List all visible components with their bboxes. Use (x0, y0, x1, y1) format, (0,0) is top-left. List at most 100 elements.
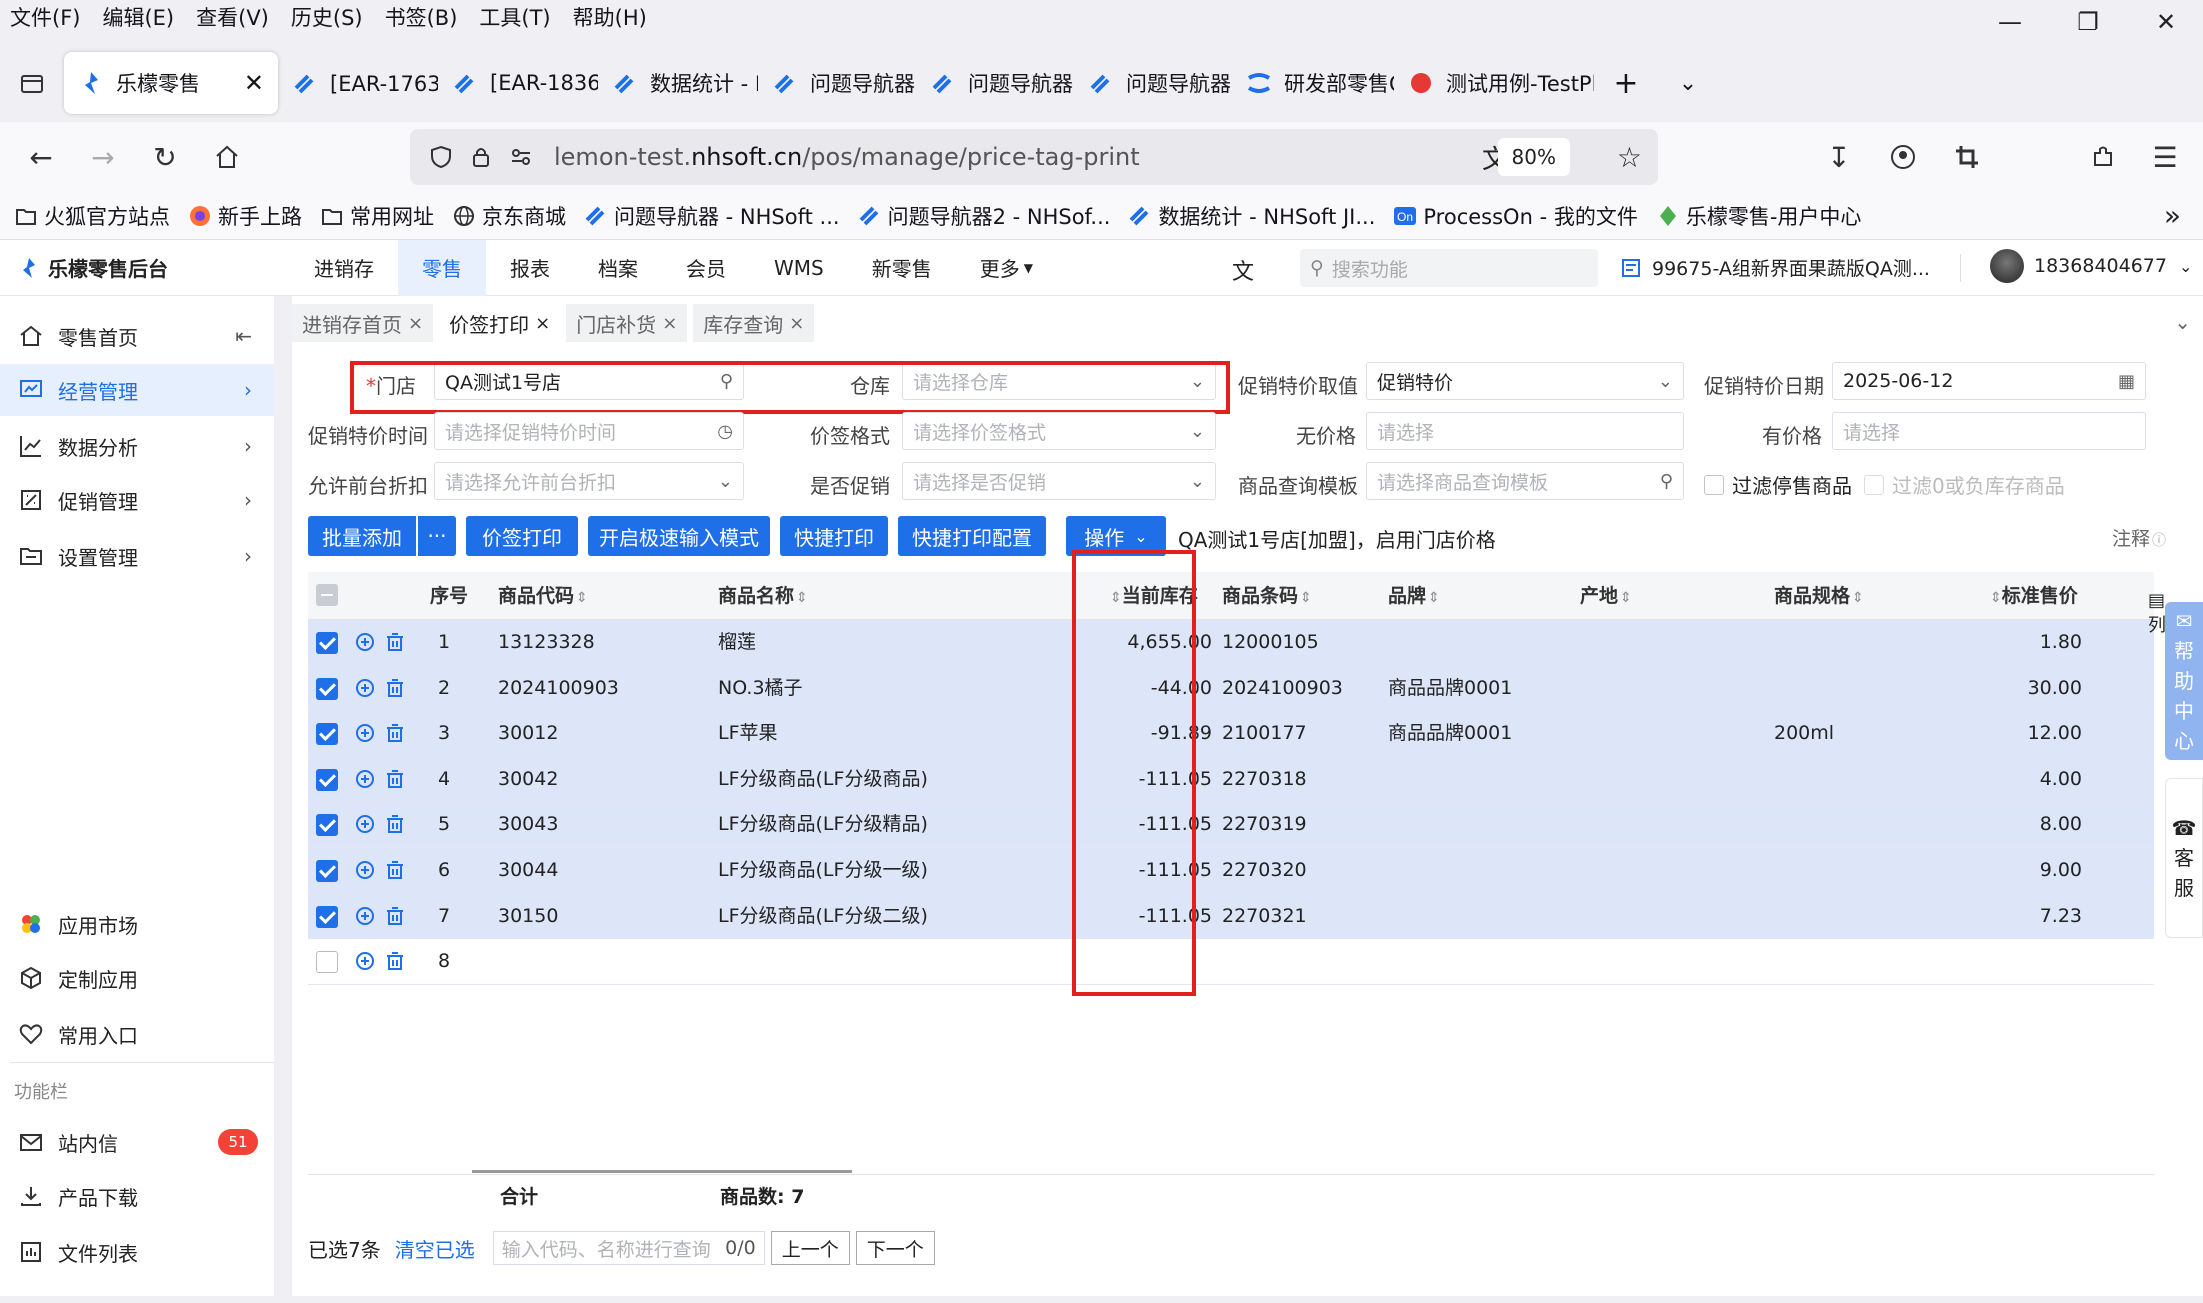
col-price[interactable]: ⇕标准售价 (1988, 572, 2078, 620)
sidebar-item-settings[interactable]: 设置管理 › (0, 530, 274, 582)
browser-tab-3[interactable]: [EAR-183696] 5 (438, 52, 598, 114)
delete-row-icon[interactable] (384, 631, 406, 653)
page-tab-price-tag-print[interactable]: 价签打印 × (439, 304, 561, 342)
quick-print-config-button[interactable]: 快捷打印配置 (898, 516, 1046, 556)
promo-value-select[interactable]: 促销特价 ⌄ (1366, 362, 1684, 400)
delete-row-icon[interactable] (384, 722, 406, 744)
col-brand[interactable]: 品牌 ⇕ (1388, 572, 1440, 620)
nav-retail[interactable]: 零售 (398, 239, 486, 296)
col-code[interactable]: 商品代码 ⇕ (498, 572, 588, 620)
nav-members[interactable]: 会员 (662, 240, 750, 296)
table-row[interactable]: 3 30012 LF苹果 -91.89 2100177 商品品牌0001 200ml 12.0… (308, 711, 2154, 757)
table-row[interactable]: 2 2024100903 NO.3橘子 -44.00 2024100903 商品品牌000… (308, 665, 2154, 712)
bookmark-item[interactable]: 京东商城 (452, 201, 566, 231)
menu-edit[interactable]: 编辑(E) (102, 2, 174, 32)
browser-tab-4[interactable]: 数据统计 - NHS (598, 52, 758, 114)
tabs-collapse-chevron-icon[interactable]: ⌄ (2174, 310, 2191, 334)
row-checkbox[interactable] (316, 768, 338, 791)
permissions-icon[interactable] (508, 144, 534, 170)
new-tab-icon[interactable]: + (1594, 52, 1658, 114)
row-checkbox[interactable] (316, 814, 338, 837)
price-tag-print-button[interactable]: 价签打印 (466, 516, 578, 556)
tab-overflow-chevron-icon[interactable]: ⌄ (1658, 52, 1718, 114)
browser-tab-7[interactable]: 问题导航器 - NI (1074, 52, 1232, 114)
add-row-icon[interactable] (354, 768, 376, 790)
page-tab-stock-query[interactable]: 库存查询 × (693, 304, 815, 342)
add-row-icon[interactable] (354, 950, 376, 972)
nav-new-retail[interactable]: 新零售 (848, 240, 956, 296)
shield-icon[interactable] (428, 144, 454, 170)
nav-inventory[interactable]: 进销存 (290, 240, 398, 296)
reload-icon[interactable]: ↻ (134, 126, 196, 188)
sidebar-item-app-market[interactable]: 应用市场 (0, 898, 274, 950)
forward-icon[interactable]: → (72, 126, 134, 188)
function-search-input[interactable]: ⚲ 搜索功能 (1300, 249, 1598, 287)
promo-date-input[interactable]: 2025-06-12 ▦ (1832, 362, 2146, 400)
close-icon[interactable]: × (408, 313, 423, 334)
account-icon[interactable] (1872, 126, 1934, 188)
bookmark-item[interactable]: 火狐官方站点 (14, 201, 170, 231)
browser-tab-2[interactable]: [EAR-176325] 看 (278, 52, 438, 114)
prev-match-button[interactable]: 上一个 (770, 1231, 850, 1265)
close-icon[interactable]: × (789, 313, 804, 334)
browser-tab-5[interactable]: 问题导航器 - NI (758, 52, 916, 114)
back-icon[interactable]: ← (10, 126, 72, 188)
quick-print-button[interactable]: 快捷打印 (780, 516, 888, 556)
row-checkbox[interactable] (316, 905, 338, 928)
table-row[interactable]: 7 30150 LF分级商品(LF分级二级) -111.05 2270321 7.23 (308, 893, 2154, 940)
delete-row-icon[interactable] (384, 677, 406, 699)
delete-row-icon[interactable] (384, 813, 406, 835)
table-row[interactable]: 5 30043 LF分级商品(LF分级精品) -111.05 2270319 8.00 (308, 802, 2154, 848)
browser-tab-1[interactable]: 乐檬零售 ✕ (64, 52, 278, 114)
menu-help[interactable]: 帮助(H) (573, 2, 647, 32)
sidebar-item-promotion[interactable]: 促销管理 › (0, 474, 274, 526)
select-all-checkbox[interactable] (316, 584, 338, 606)
fast-input-mode-button[interactable]: 开启极速输入模式 (588, 516, 770, 556)
delete-row-icon[interactable] (384, 859, 406, 881)
tag-format-select[interactable]: 请选择价签格式 ⌄ (902, 412, 1216, 450)
bookmark-item[interactable]: 新手上路 (188, 201, 302, 231)
col-name[interactable]: 商品名称 ⇕ (718, 572, 808, 620)
menu-history[interactable]: 历史(S) (291, 2, 363, 32)
delete-row-icon[interactable] (384, 950, 406, 972)
add-row-icon[interactable] (354, 905, 376, 927)
sidebar-item-custom-apps[interactable]: 定制应用 (0, 952, 274, 1004)
annotation-toggle[interactable]: 注释 ⓘ (2112, 524, 2166, 551)
table-row[interactable]: 1 13123328 榴莲 4,655.00 12000105 1.80 (308, 620, 2154, 666)
bookmark-item[interactable]: 问题导航器2 - NHSof... (858, 201, 1110, 231)
table-row[interactable]: 6 30044 LF分级商品(LF分级一级) -111.05 2270320 9.00 (308, 848, 2154, 894)
calendar-icon[interactable]: ▦ (2118, 371, 2135, 392)
table-row[interactable]: 4 30042 LF分级商品(LF分级商品) -111.05 2270318 4.00 (308, 756, 2154, 803)
discount-select[interactable]: 请选择允许前台折扣 ⌄ (434, 462, 744, 500)
delete-row-icon[interactable] (384, 905, 406, 927)
bookmark-item[interactable]: On ProcessOn - 我的文件 (1393, 201, 1638, 231)
table-row[interactable]: 8 (308, 939, 2154, 985)
sidebar-item-data-analysis[interactable]: 数据分析 › (0, 420, 274, 472)
lock-icon[interactable] (468, 144, 494, 170)
delete-row-icon[interactable] (384, 768, 406, 790)
menu-bookmarks[interactable]: 书签(B) (385, 2, 458, 32)
zoom-level[interactable]: 80% (1497, 138, 1570, 176)
has-price-select[interactable]: 请选择 (1832, 412, 2146, 450)
sidebar-item-business[interactable]: 经营管理 › (0, 364, 274, 416)
clear-selection-link[interactable]: 清空已选 (395, 1234, 475, 1263)
batch-add-more-button[interactable]: ··· (418, 516, 456, 556)
nav-more[interactable]: 更多 ▼ (956, 240, 1057, 296)
sidebar-item-favorites[interactable]: 常用入口 (0, 1008, 274, 1060)
browser-tab-9[interactable]: 测试用例-TestPl (1394, 52, 1594, 114)
page-tab-inventory-home[interactable]: 进销存首页 × (292, 304, 434, 342)
query-template-input[interactable]: 请选择商品查询模板 ⚲ (1366, 462, 1684, 500)
bookmark-item[interactable]: 常用网址 (320, 201, 434, 231)
row-checkbox[interactable] (316, 632, 338, 654)
add-row-icon[interactable] (354, 813, 376, 835)
no-price-select[interactable]: 请选择 (1366, 412, 1684, 450)
customer-service-float[interactable]: ☎ 客 服 (2165, 778, 2203, 938)
footer-scrollbar[interactable] (472, 1170, 852, 1173)
sidebar-item-downloads[interactable]: 产品下载 (0, 1170, 274, 1222)
bookmark-item[interactable]: 问题导航器 - NHSoft ... (584, 201, 840, 231)
extensions-icon[interactable] (2072, 126, 2134, 188)
nav-reports[interactable]: 报表 (486, 240, 574, 296)
row-checkbox[interactable] (316, 677, 338, 700)
store-switcher[interactable]: 99675-A组新界面果蔬版QA测... (1620, 254, 1930, 281)
app-logo[interactable]: 乐檬零售后台 (18, 253, 290, 282)
